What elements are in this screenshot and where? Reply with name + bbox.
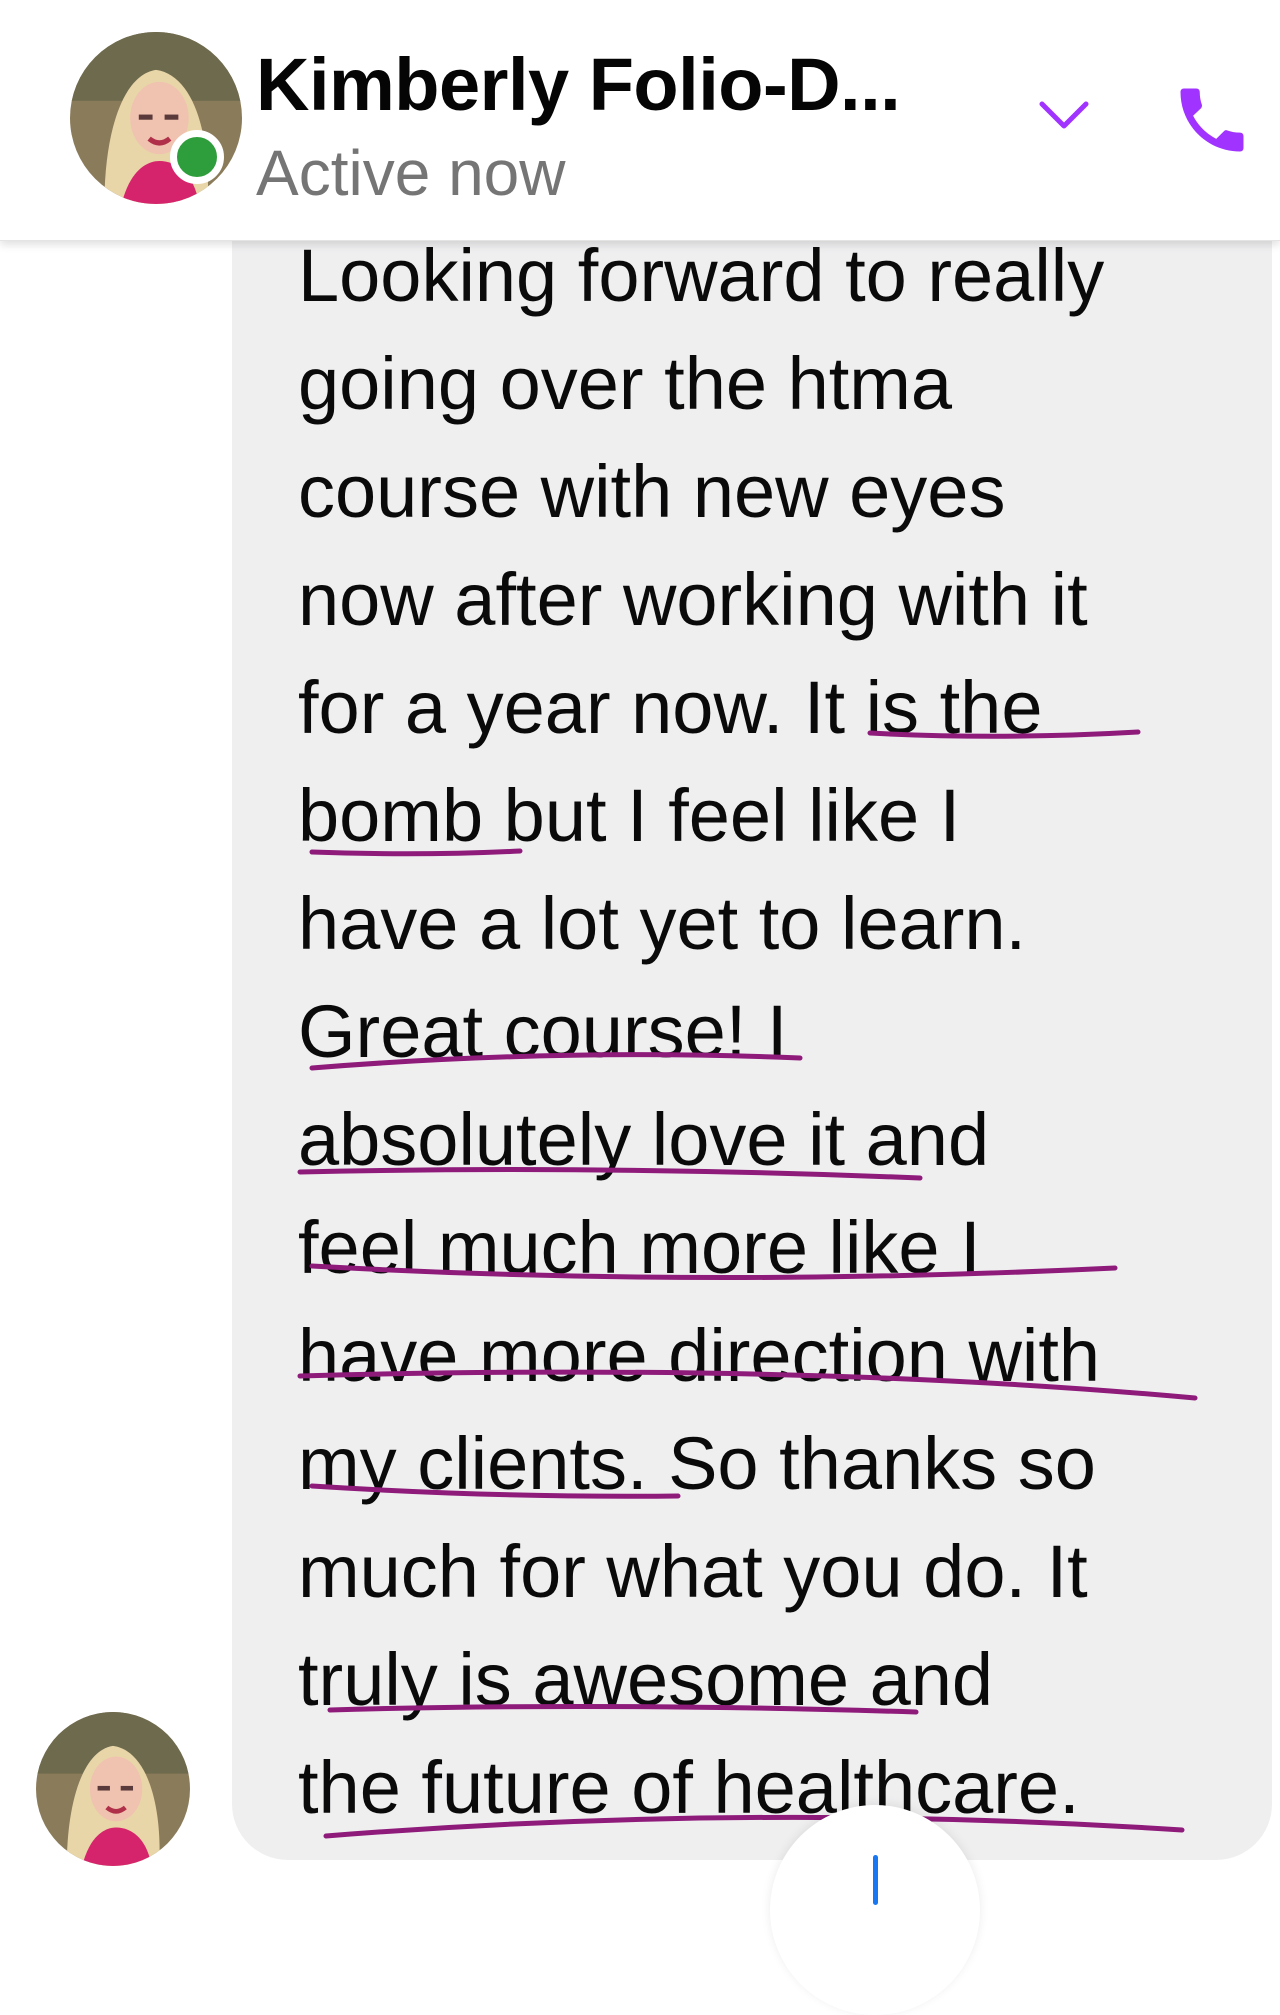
arrow-down-icon (873, 1855, 878, 1905)
contact-name[interactable]: Kimberly Folio-D... (256, 42, 901, 127)
message-line: absolutely love it and (298, 1098, 990, 1181)
message-line: bomb but I feel like I (298, 774, 961, 857)
message-line: the future of healthcare. (298, 1746, 1080, 1829)
message-line: course with new eyes (298, 450, 1006, 533)
message-line: going over the htma (298, 342, 953, 425)
active-status-dot (170, 130, 224, 184)
chevron-down-icon[interactable] (1038, 98, 1090, 132)
message-line: my clients. So thanks so (298, 1422, 1096, 1505)
message-line: now after working with it (298, 558, 1088, 641)
message-line: have more direction with (298, 1314, 1101, 1397)
message-line: Great course! I (298, 990, 788, 1073)
message-line: much for what you do. It (298, 1530, 1088, 1613)
contact-status: Active now (256, 137, 566, 209)
phone-icon[interactable] (1170, 78, 1254, 162)
message-line: feel much more like I (298, 1206, 981, 1289)
message-text: Looking forward to really going over the… (298, 222, 1258, 1842)
conversation-header: Kimberly Folio-D... Active now (0, 0, 1280, 241)
contact-avatar[interactable] (70, 32, 242, 204)
message-line: truly is awesome and (298, 1638, 994, 1721)
scroll-to-bottom-button[interactable] (770, 1805, 980, 2015)
message-line: have a lot yet to learn. (298, 882, 1027, 965)
sender-avatar[interactable] (36, 1712, 190, 1866)
message-line: for a year now. It is the (298, 666, 1043, 749)
